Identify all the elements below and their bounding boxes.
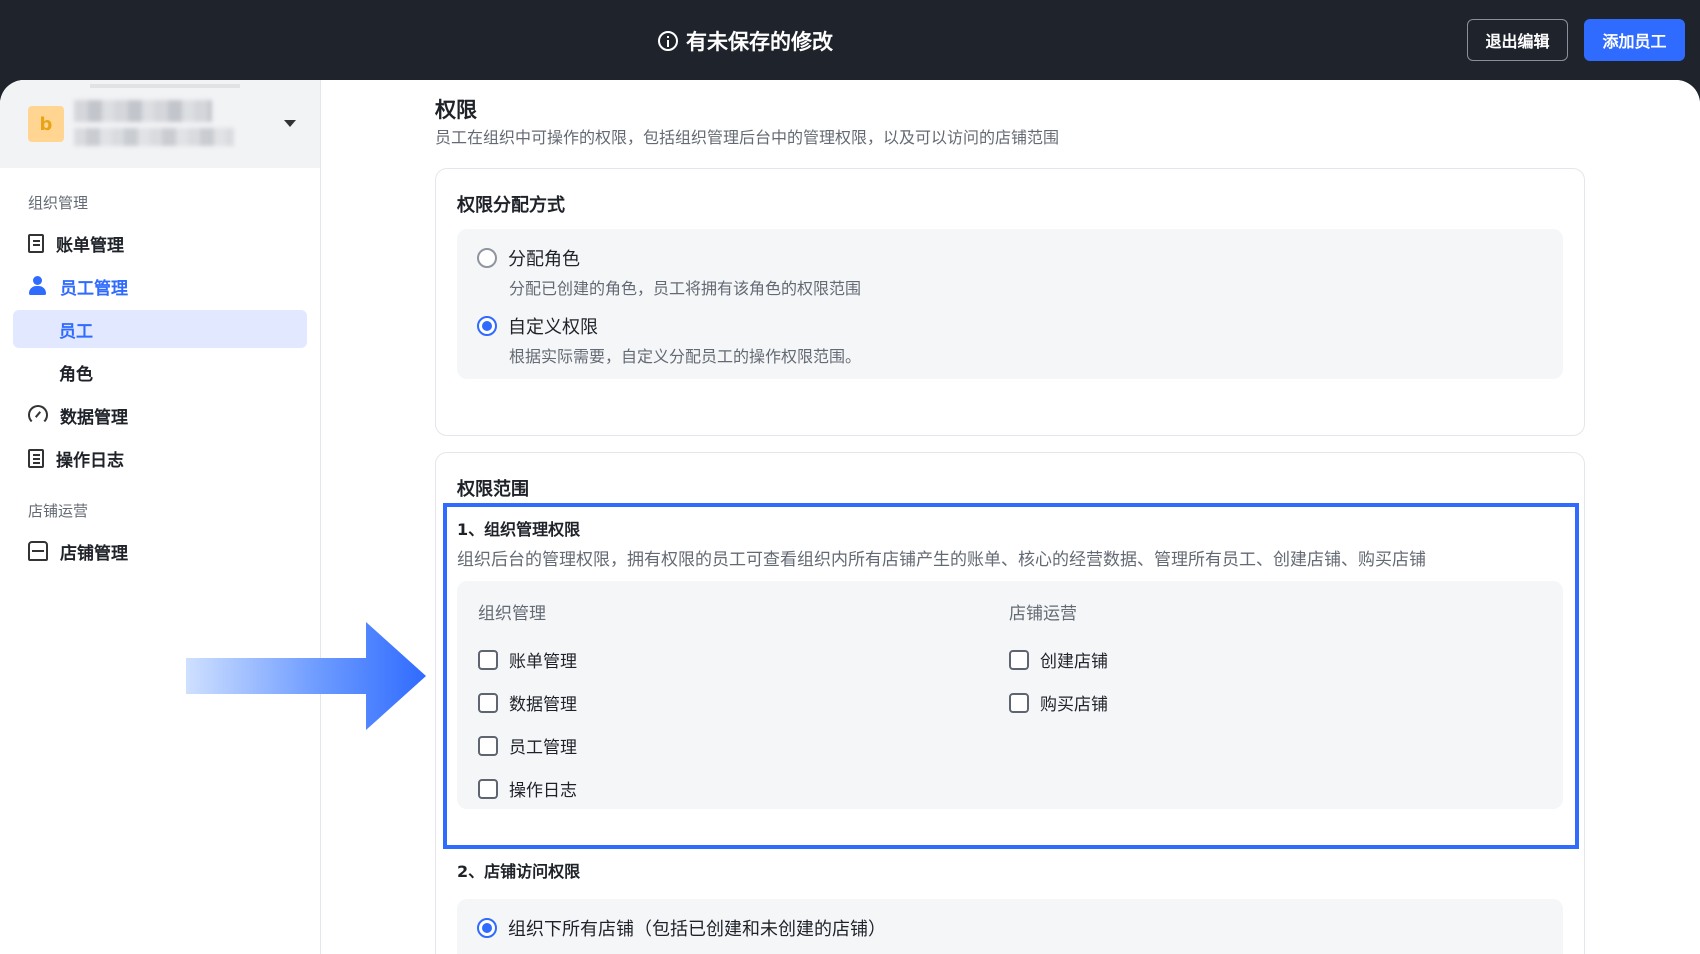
sidebar-item-label: 员工管理 [60, 278, 128, 299]
permission-scope-title: 权限范围 [457, 479, 529, 500]
sidebar-subitem-roles[interactable]: 角色 [13, 353, 307, 391]
custom-permission-option[interactable]: 自定义权限 [477, 313, 598, 339]
sidebar-item-data[interactable]: 数据管理 [28, 396, 128, 434]
blurred-bar [90, 84, 240, 88]
blurred-org-subtitle [74, 128, 234, 146]
radio-button-checked[interactable] [477, 918, 497, 938]
blurred-org-name [74, 100, 212, 122]
bill-icon [28, 233, 44, 253]
permissions-description: 员工在组织中可操作的权限，包括组织管理后台中的管理权限，以及可以访问的店铺范围 [435, 128, 1060, 147]
add-employee-button[interactable]: 添加员工 [1584, 19, 1685, 61]
user-icon [28, 276, 48, 296]
exit-edit-button[interactable]: 退出编辑 [1467, 19, 1568, 61]
unsaved-notice: 有未保存的修改 [658, 26, 833, 56]
assign-method-card: 权限分配方式 分配角色 分配已创建的角色，员工将拥有该角色的权限范围 自定义权限… [435, 168, 1585, 436]
store-access-title: 2、店铺访问权限 [457, 862, 581, 881]
sidebar-item-label: 店铺管理 [60, 543, 128, 564]
unsaved-notice-text: 有未保存的修改 [686, 30, 833, 54]
assign-method-title: 权限分配方式 [457, 195, 565, 216]
sidebar-item-logs[interactable]: 操作日志 [28, 439, 124, 477]
radio-button-checked[interactable] [477, 316, 497, 336]
radio-button[interactable] [477, 248, 497, 268]
log-icon [28, 448, 44, 468]
radio-label: 组织下所有店铺（包括已创建和未创建的店铺） [508, 919, 886, 940]
radio-label: 分配角色 [508, 249, 580, 270]
radio-label: 自定义权限 [508, 317, 598, 338]
caret-down-icon[interactable] [284, 120, 296, 127]
sidebar: b 组织管理 账单管理 员工管理 员工 角色 数据管理 操作日志 店铺运营 店铺… [0, 80, 321, 954]
store-access-box: 组织下所有店铺（包括已创建和未创建的店铺） [457, 899, 1563, 954]
all-stores-option[interactable]: 组织下所有店铺（包括已创建和未创建的店铺） [477, 915, 886, 941]
gauge-icon [28, 405, 48, 425]
sidebar-item-label: 操作日志 [56, 450, 124, 471]
sidebar-item-label: 数据管理 [60, 407, 128, 428]
assign-role-description: 分配已创建的角色，员工将拥有该角色的权限范围 [509, 279, 862, 298]
sidebar-subitem-staff[interactable]: 员工 [13, 310, 307, 348]
sidebar-item-staff-management[interactable]: 员工管理 [28, 267, 128, 305]
highlight-box [443, 503, 1579, 849]
top-bar: 有未保存的修改 退出编辑 添加员工 [0, 0, 1700, 80]
assign-role-option[interactable]: 分配角色 [477, 245, 580, 271]
custom-permission-description: 根据实际需要，自定义分配员工的操作权限范围。 [509, 347, 862, 366]
permissions-title: 权限 [435, 98, 477, 122]
store-icon [28, 541, 48, 561]
info-icon [658, 31, 678, 51]
assign-options-box: 分配角色 分配已创建的角色，员工将拥有该角色的权限范围 自定义权限 根据实际需要… [457, 229, 1563, 379]
sidebar-group-store: 店铺运营 [28, 502, 89, 520]
sidebar-group-org: 组织管理 [28, 194, 89, 212]
org-switcher[interactable]: b [0, 80, 320, 168]
sidebar-item-bills[interactable]: 账单管理 [28, 224, 124, 262]
sidebar-item-stores[interactable]: 店铺管理 [28, 532, 128, 570]
sidebar-item-label: 账单管理 [56, 235, 124, 256]
pointer-arrow-icon [186, 622, 426, 730]
org-avatar: b [28, 106, 64, 142]
